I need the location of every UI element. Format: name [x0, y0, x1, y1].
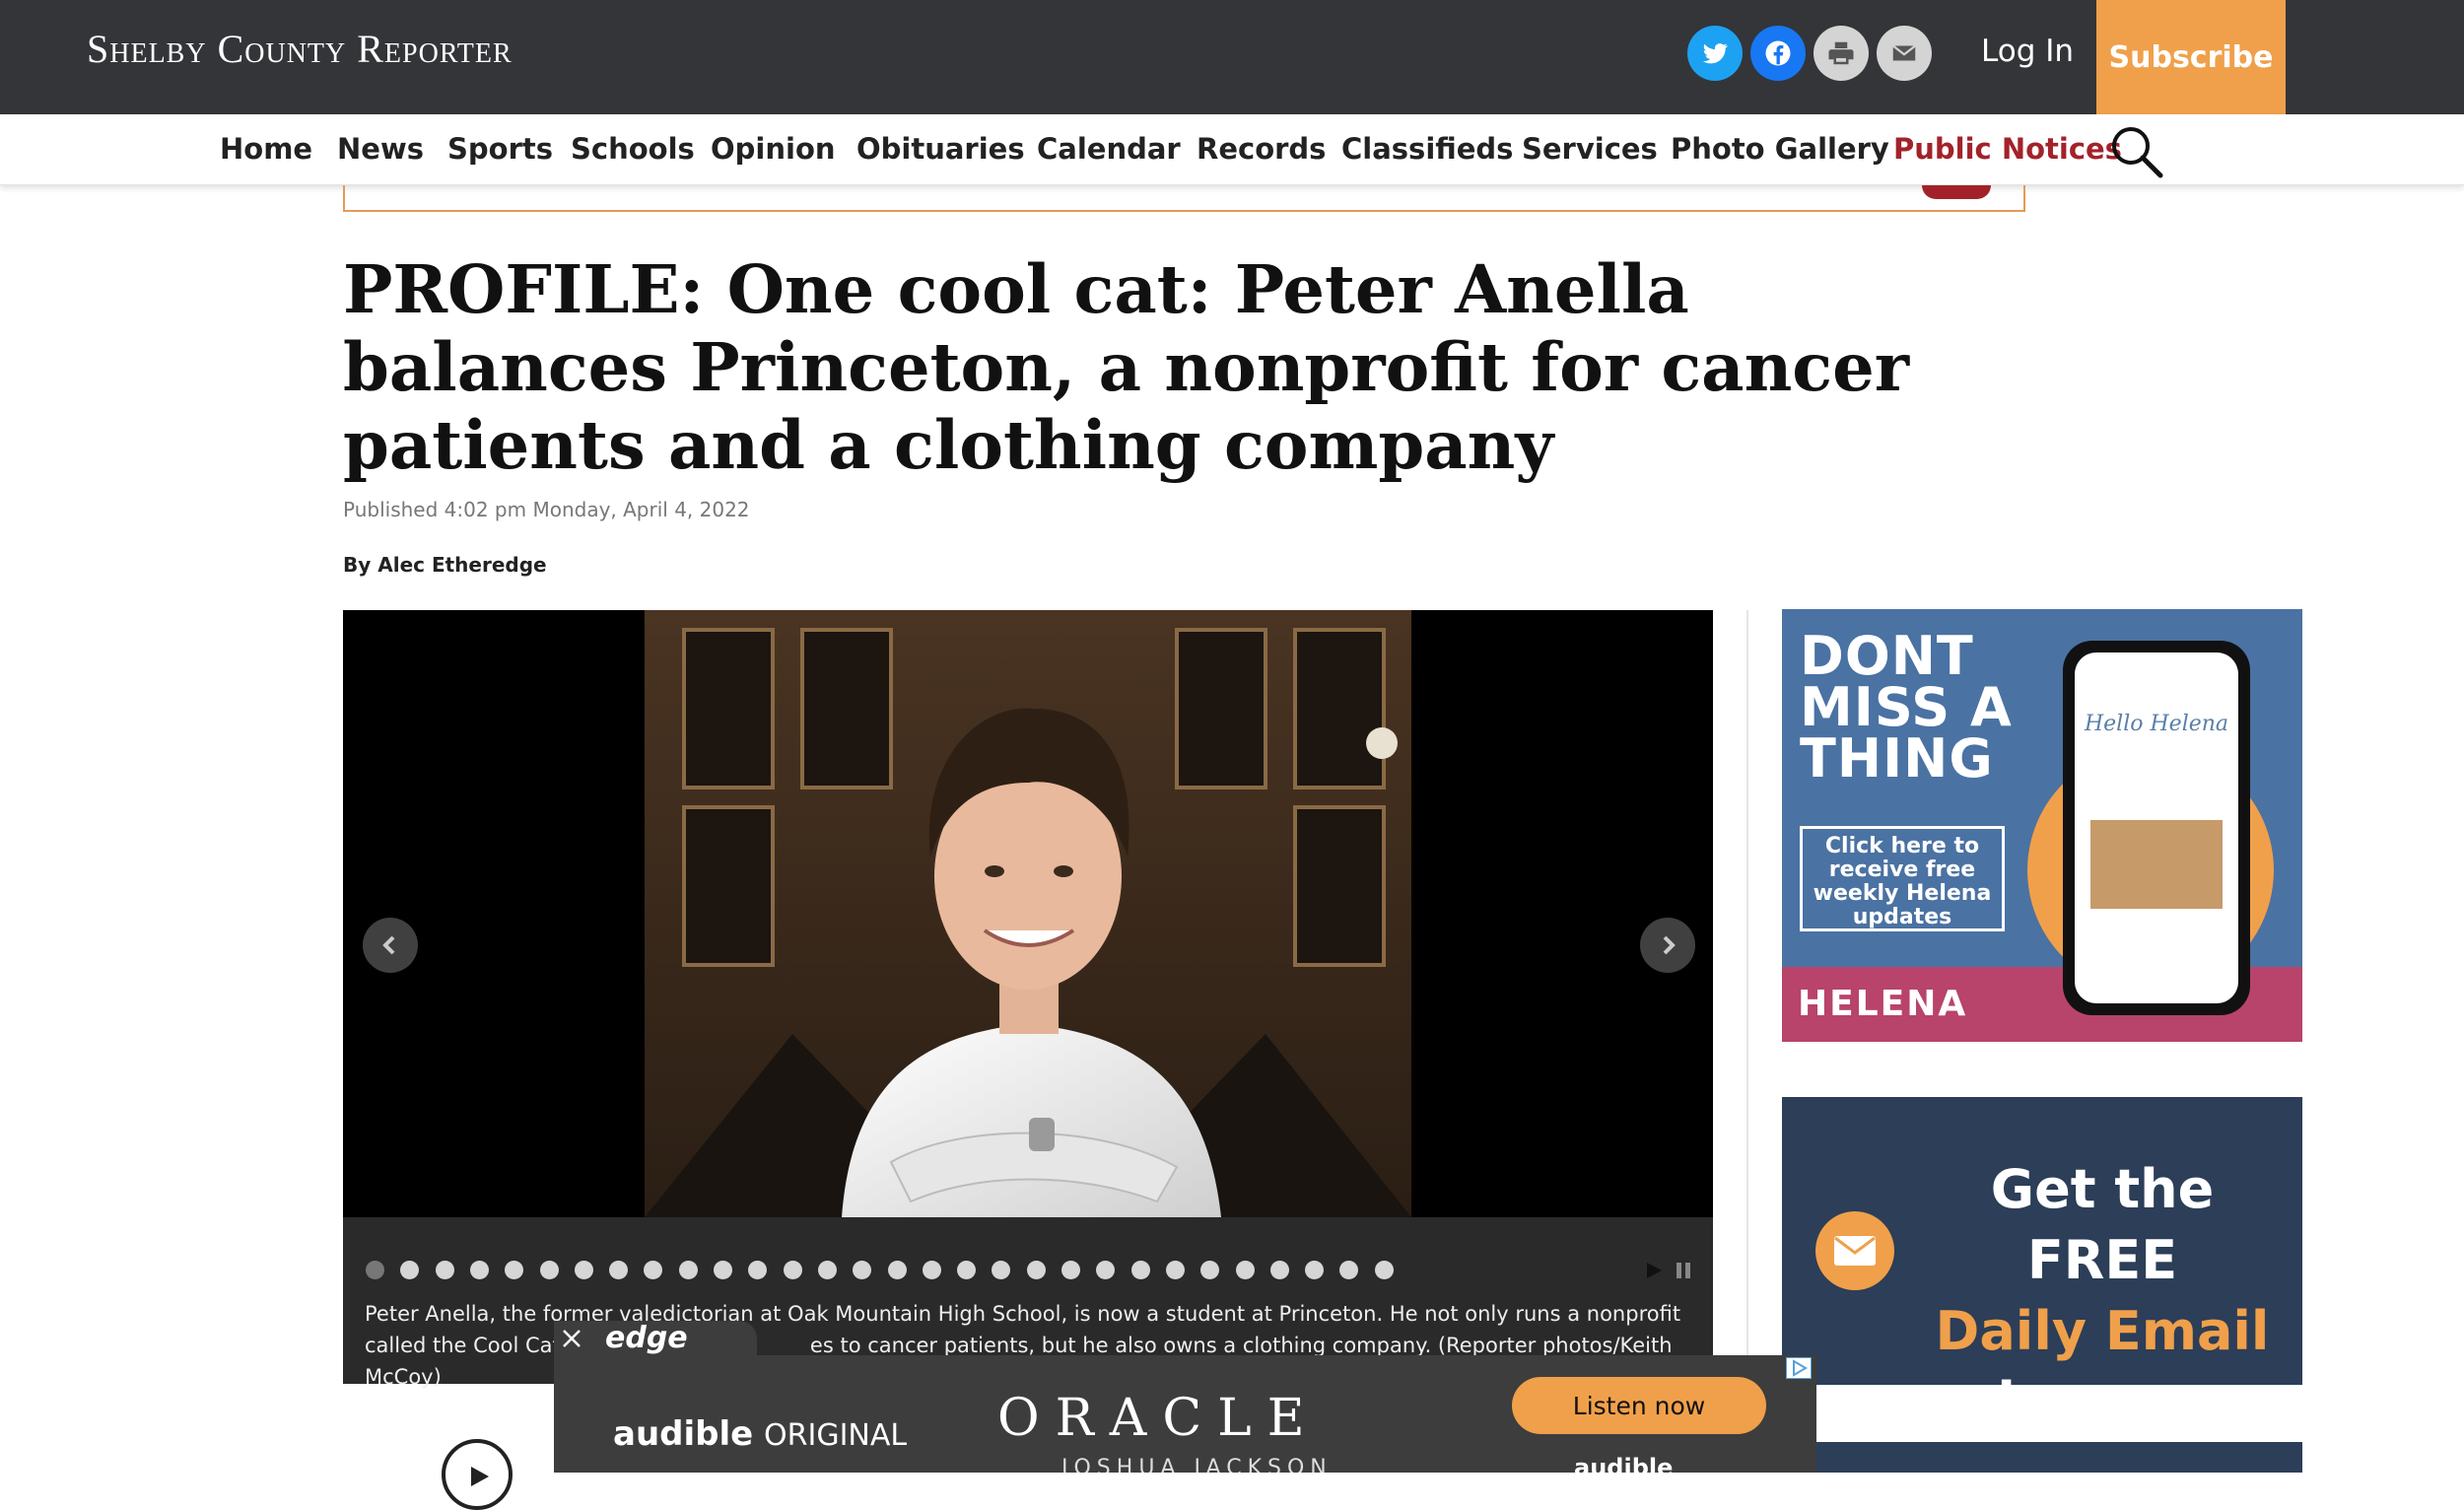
audio-play-button[interactable]: [442, 1439, 513, 1510]
ad-brand: HELENA: [1798, 984, 1968, 1024]
ad-title: ORACLE: [997, 1389, 1321, 1448]
nav-photo-gallery[interactable]: Photo Gallery: [1671, 132, 1889, 166]
nav-public-notices[interactable]: Public Notices: [1893, 132, 2122, 166]
gallery-dot[interactable]: [678, 1261, 698, 1279]
gallery-dot[interactable]: [366, 1261, 384, 1279]
login-link[interactable]: Log In: [1981, 34, 2074, 69]
ad-headline-line: THING: [1800, 727, 1994, 789]
photo-gallery: Peter Anella, the former valedictorian a…: [343, 610, 1713, 1389]
header-bar: Shelby County Reporter Log In Subscribe: [0, 0, 2464, 114]
facebook-icon[interactable]: [1750, 26, 1806, 81]
gallery-dot[interactable]: [1165, 1261, 1185, 1279]
gallery-dot[interactable]: [609, 1261, 629, 1279]
adchoices-icon[interactable]: [1786, 1357, 1812, 1379]
nav-obituaries[interactable]: Obituaries: [856, 132, 1025, 166]
gallery-dot[interactable]: [783, 1261, 802, 1279]
article-headline: PROFILE: One cool cat: Peter Anella bala…: [343, 250, 1910, 484]
gallery-dot[interactable]: [922, 1261, 941, 1279]
gallery-dot[interactable]: [574, 1261, 593, 1279]
nav-home[interactable]: Home: [220, 132, 312, 166]
ad-line: Get the FREE: [1990, 1158, 2215, 1291]
ad-headline-line: DONT: [1800, 625, 1974, 687]
ad-line: in your inbox: [1997, 1371, 2208, 1504]
ad-subtitle: JOSHUA JACKSON: [1061, 1456, 1333, 1473]
nav-services[interactable]: Services: [1522, 132, 1658, 166]
gallery-dot[interactable]: [1374, 1261, 1394, 1279]
ad-headline-line: MISS A: [1800, 676, 2013, 738]
envelope-icon: [1815, 1211, 1894, 1290]
gallery-photo[interactable]: [645, 610, 1411, 1217]
bottom-audible-ad[interactable]: audible ORIGINAL ORACLE JOSHUA JACKSON L…: [554, 1355, 1816, 1473]
nav-schools[interactable]: Schools: [571, 132, 695, 166]
search-icon[interactable]: [2107, 122, 2166, 181]
column-divider: [1746, 610, 1748, 1473]
listen-now-button[interactable]: Listen now: [1512, 1377, 1766, 1434]
top-ad-banner[interactable]: [343, 185, 2025, 212]
twitter-icon[interactable]: [1687, 26, 1743, 81]
main-nav: Home News Sports Schools Opinion Obituar…: [0, 114, 2464, 185]
nav-records[interactable]: Records: [1197, 132, 1326, 166]
gallery-dot[interactable]: [539, 1261, 559, 1279]
nav-calendar[interactable]: Calendar: [1037, 132, 1181, 166]
helena-newsletter-ad[interactable]: DONT MISS A THING Click here to receive …: [1782, 609, 2302, 1042]
gallery-prev-button[interactable]: [363, 918, 418, 973]
pause-icon[interactable]: [1674, 1261, 1693, 1280]
ad-line: Daily Email: [1935, 1300, 2270, 1362]
close-icon[interactable]: [558, 1325, 585, 1352]
phone-image: Hello Helena: [2063, 641, 2250, 1015]
audible-original-label: audible ORIGINAL: [613, 1414, 908, 1454]
gallery-next-button[interactable]: [1640, 918, 1695, 973]
play-icon[interactable]: [1644, 1261, 1664, 1280]
published-date: Published 4:02 pm Monday, April 4, 2022: [343, 498, 750, 521]
sidebar-ad-3[interactable]: [1782, 1442, 2302, 1473]
nav-news[interactable]: News: [337, 132, 424, 166]
nav-sports[interactable]: Sports: [447, 132, 553, 166]
gallery-dot[interactable]: [1305, 1261, 1325, 1279]
edge-logo: edge: [605, 1321, 688, 1355]
gallery-dot[interactable]: [887, 1261, 907, 1279]
gallery-dot[interactable]: [1235, 1261, 1255, 1279]
gallery-dot[interactable]: [1269, 1261, 1289, 1279]
print-icon[interactable]: [1814, 26, 1869, 81]
gallery-dot[interactable]: [957, 1261, 977, 1279]
byline[interactable]: By Alec Etheredge: [343, 553, 547, 577]
gallery-dot[interactable]: [817, 1261, 837, 1279]
gallery-dot[interactable]: [1026, 1261, 1046, 1279]
ad-cta: Click here to receive free weekly Helena…: [1800, 826, 2005, 931]
gallery-dot[interactable]: [469, 1261, 489, 1279]
gallery-dot[interactable]: [714, 1261, 732, 1279]
gallery-dot[interactable]: [1130, 1261, 1150, 1279]
ad-tab: edge: [554, 1321, 757, 1356]
nav-classifieds[interactable]: Classifieds: [1341, 132, 1513, 166]
gallery-dot[interactable]: [435, 1261, 454, 1279]
email-icon[interactable]: [1877, 26, 1932, 81]
gallery-dot[interactable]: [1061, 1261, 1080, 1279]
audible-logo: audible: [1574, 1454, 1674, 1473]
daily-email-ad[interactable]: Get the FREE Daily Email in your inbox: [1782, 1097, 2302, 1504]
nav-opinion[interactable]: Opinion: [711, 132, 836, 166]
site-logo[interactable]: Shelby County Reporter: [87, 26, 513, 72]
subscribe-button[interactable]: Subscribe: [2096, 0, 2286, 114]
